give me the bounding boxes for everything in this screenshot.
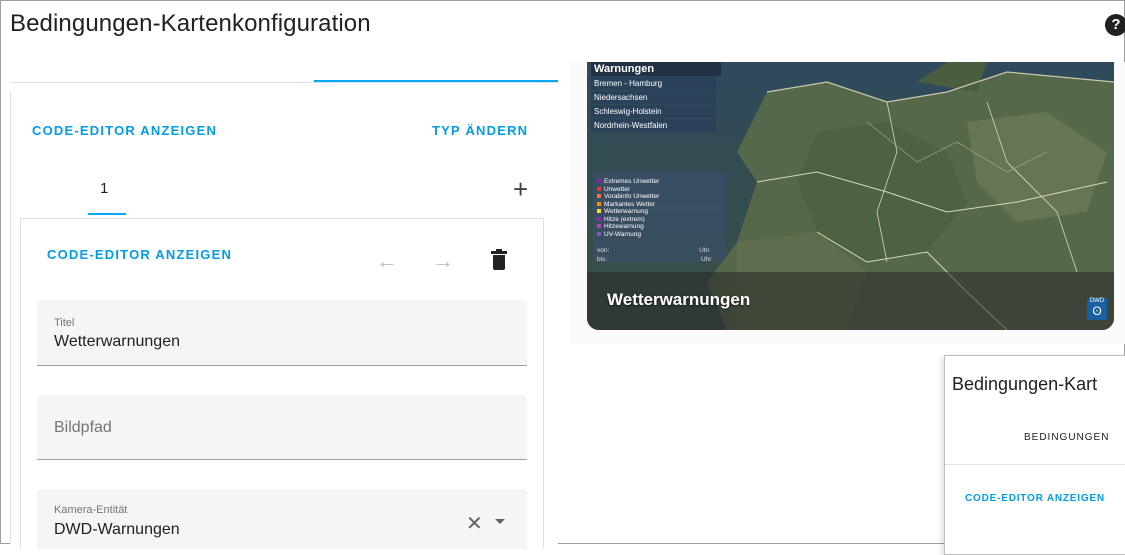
region-item: Niedersachsen <box>591 91 716 104</box>
tab-conditions[interactable]: BEDINGUNGEN <box>1024 432 1109 443</box>
title-field[interactable]: Titel Wetterwarnungen <box>37 300 527 366</box>
card-title: Wetterwarnungen <box>607 290 751 309</box>
nested-dialog-title: Bedingungen-Kart <box>952 374 1098 394</box>
dialog-title: Bedingungen-Kartenkonfiguration <box>10 10 371 37</box>
legend-item: Hitze (extrem) <box>597 216 721 224</box>
clear-icon[interactable]: ✕ <box>466 511 483 536</box>
title-field-label: Titel <box>54 317 75 329</box>
legend-time: von: Uhr bis: Uhr <box>597 247 712 263</box>
image-path-field[interactable]: Bildpfad <box>37 395 527 460</box>
legend-item: Extremes Unwetter <box>597 178 721 186</box>
card-show-code-editor-button[interactable]: CODE-EDITOR ANZEIGEN <box>47 247 232 262</box>
image-path-placeholder: Bildpfad <box>54 419 112 436</box>
region-item: Schleswig-Holstein <box>591 105 716 118</box>
tab-active-underline <box>88 213 126 215</box>
region-list: Warnungen Bremen - Hamburg Niedersachsen… <box>591 62 721 132</box>
dwd-logo-icon: DWD ʘ <box>1087 298 1107 320</box>
change-type-button[interactable]: TYP ÄNDERN <box>432 123 528 138</box>
map-header: Warnungen <box>591 62 721 76</box>
arrow-right-icon[interactable]: → <box>432 248 454 274</box>
legend-item: Vorabinfo Unwetter <box>597 193 721 201</box>
region-item: Bremen - Hamburg <box>591 77 716 90</box>
active-tab-indicator <box>314 80 558 82</box>
help-circle-icon[interactable]: ? <box>1105 14 1125 36</box>
nested-show-code-editor-button[interactable]: CODE-EDITOR ANZEIGEN <box>965 493 1105 504</box>
legend-item: Hitzewarnung <box>597 223 721 231</box>
region-item: Nordrhein-Westfalen <box>591 119 716 132</box>
show-code-editor-button[interactable]: CODE-EDITOR ANZEIGEN <box>32 123 217 138</box>
nested-divider <box>945 464 1125 465</box>
legend-item: Wetterwarnung <box>597 208 721 216</box>
plus-icon[interactable]: + <box>513 176 528 202</box>
delete-icon[interactable] <box>491 249 507 271</box>
dropdown-caret-icon[interactable] <box>495 519 505 524</box>
tab-condition-1[interactable]: 1 <box>100 180 108 197</box>
camera-entity-field[interactable]: Kamera-Entität DWD-Warnungen ✕ <box>37 489 527 549</box>
camera-entity-label: Kamera-Entität <box>54 504 128 516</box>
picture-entity-card[interactable]: Warnungen Bremen - Hamburg Niedersachsen… <box>587 62 1114 330</box>
nested-dialog: Bedingungen-Kart BEDINGUNGEN CODE-EDITOR… <box>944 355 1125 555</box>
camera-entity-value: DWD-Warnungen <box>54 521 180 538</box>
title-field-value: Wetterwarnungen <box>54 333 180 350</box>
tabbar-divider <box>10 82 558 83</box>
legend-item: Unwetter <box>597 186 721 194</box>
arrow-left-icon[interactable]: ← <box>376 248 398 274</box>
legend-item: UV-Warnung <box>597 231 721 239</box>
legend-item: Markantes Wetter <box>597 201 721 209</box>
map-legend: Extremes Unwetter Unwetter Vorabinfo Unw… <box>593 172 725 263</box>
